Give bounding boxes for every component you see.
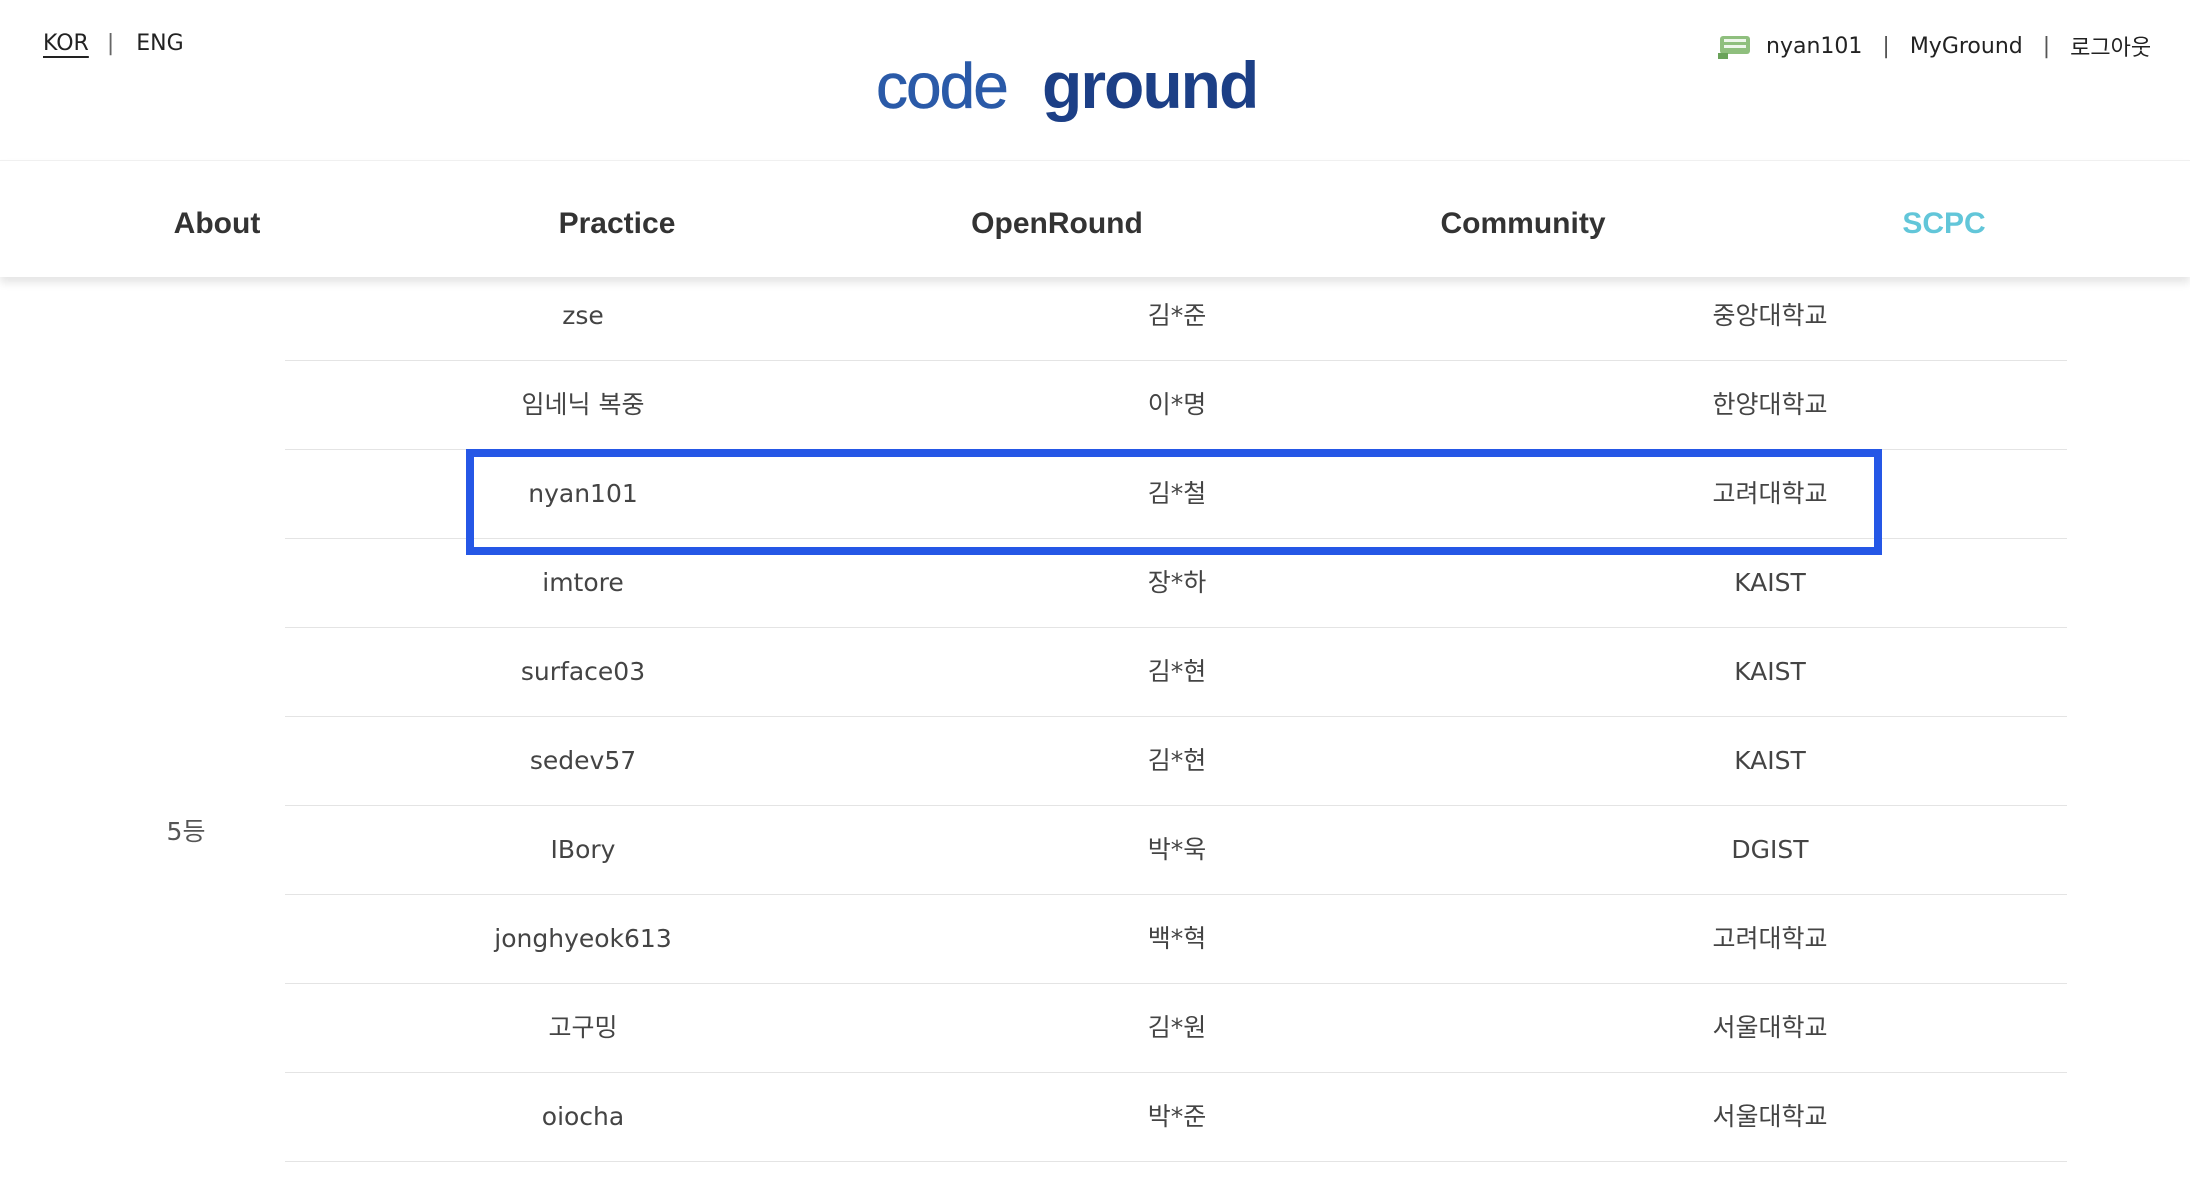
name-cell: 김*현: [1147, 746, 1207, 775]
table-row: zse 김*준 중앙대학교: [285, 272, 2067, 361]
name-cell: 이*명: [1147, 390, 1207, 419]
table-row: surface03 김*현 KAIST: [285, 628, 2067, 717]
nav-item-about[interactable]: About: [174, 207, 261, 241]
handle-cell: surface03: [520, 657, 646, 686]
name-cell: 김*원: [1147, 1013, 1207, 1042]
lang-separator: |: [106, 31, 115, 56]
user-bar: nyan101 | MyGround | 로그아웃: [1718, 30, 2151, 62]
logout-link[interactable]: 로그아웃: [2070, 30, 2151, 62]
myground-link[interactable]: MyGround: [1910, 34, 2023, 59]
ranking-table: 5등 zse 김*준 중앙대학교 임네닉 복중 이*명 한양대학교 nyan10…: [0, 280, 2190, 1186]
user-bar-separator: |: [2042, 33, 2051, 59]
school-cell: 고려대학교: [1712, 924, 1828, 953]
handle-cell: oiocha: [541, 1102, 625, 1131]
table-row: jonghyeok613 백*혁 고려대학교: [285, 895, 2067, 984]
nav-item-openround[interactable]: OpenRound: [971, 207, 1143, 241]
highlight-box: [466, 449, 1882, 555]
school-cell: DGIST: [1731, 835, 1809, 864]
logo-text-ground: ground: [1042, 52, 1257, 122]
name-cell: 김*준: [1147, 301, 1207, 330]
username-link[interactable]: nyan101: [1766, 34, 1862, 59]
main-nav: About Practice OpenRound Community SCPC: [0, 160, 2190, 277]
user-level-badge-icon: [1718, 33, 1752, 59]
lang-eng-link[interactable]: ENG: [136, 31, 183, 56]
handle-cell: sedev57: [529, 746, 637, 775]
nav-item-community[interactable]: Community: [1441, 207, 1606, 241]
nav-item-scpc[interactable]: SCPC: [1902, 207, 1985, 241]
table-row: sedev57 김*현 KAIST: [285, 717, 2067, 806]
school-cell: KAIST: [1734, 746, 1806, 775]
school-cell: 서울대학교: [1712, 1013, 1828, 1042]
table-row: 고구밍 김*원 서울대학교: [285, 984, 2067, 1073]
handle-cell: 임네닉 복중: [521, 390, 645, 419]
name-cell: 김*현: [1147, 657, 1207, 686]
name-cell: 박*준: [1147, 1102, 1207, 1131]
handle-cell: IBory: [550, 835, 616, 864]
handle-cell: jonghyeok613: [494, 924, 672, 953]
school-cell: 중앙대학교: [1712, 301, 1828, 330]
codeground-logo-mark: code ground: [876, 48, 1260, 122]
school-cell: 서울대학교: [1712, 1102, 1828, 1131]
lang-kor-link[interactable]: KOR: [43, 31, 89, 56]
logo-text-code: code: [876, 52, 1007, 122]
rank-label: 5등: [166, 817, 206, 846]
codeground-logo[interactable]: code ground: [876, 48, 1280, 138]
school-cell: KAIST: [1734, 657, 1806, 686]
handle-cell: 고구밍: [548, 1013, 618, 1042]
table-row: 임네닉 복중 이*명 한양대학교: [285, 361, 2067, 450]
language-switcher: KOR | ENG: [43, 31, 184, 56]
handle-cell: zse: [562, 301, 604, 330]
name-cell: 백*혁: [1147, 924, 1207, 953]
table-row: IBory 박*욱 DGIST: [285, 806, 2067, 895]
school-cell: 한양대학교: [1712, 390, 1828, 419]
user-bar-separator: |: [1882, 33, 1890, 59]
table-row: oiocha 박*준 서울대학교: [285, 1073, 2067, 1162]
name-cell: 박*욱: [1147, 835, 1207, 864]
nav-item-practice[interactable]: Practice: [559, 207, 676, 241]
